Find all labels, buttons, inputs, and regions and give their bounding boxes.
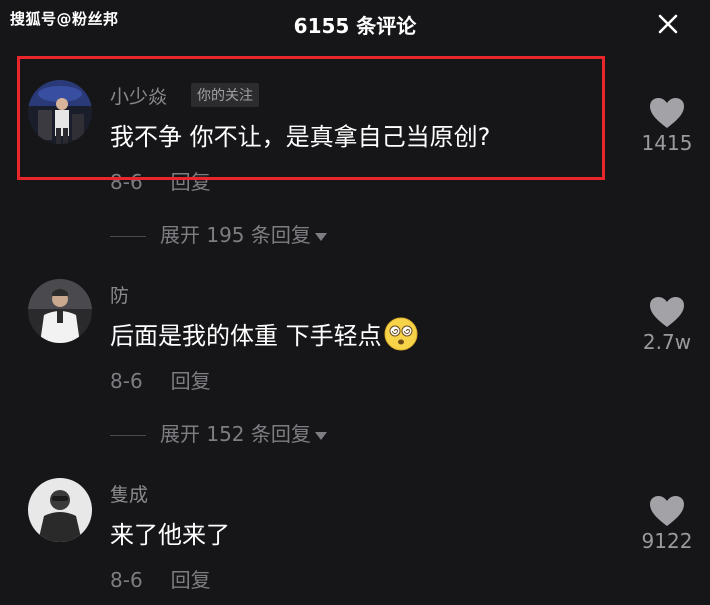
heart-icon	[650, 98, 684, 128]
caret-down-icon	[314, 232, 327, 241]
comment-author[interactable]: 小少焱	[110, 82, 167, 109]
comment-date: 8-6	[110, 369, 143, 393]
comments-title: 6155 条评论	[293, 14, 417, 38]
comment-meta: 8-6 回复	[110, 166, 211, 195]
like-button[interactable]: 9122	[636, 495, 698, 553]
close-icon	[658, 14, 678, 34]
comment-author[interactable]: 防	[110, 281, 129, 308]
reply-button[interactable]: 回复	[171, 369, 211, 393]
comment-text: 我不争 你不让，是真拿自己当原创?	[110, 123, 491, 151]
avatar[interactable]	[28, 279, 92, 343]
heart-icon	[650, 297, 684, 327]
comment-author[interactable]: 隻成	[110, 480, 148, 507]
reply-button[interactable]: 回复	[171, 568, 211, 592]
comment-date: 8-6	[110, 568, 143, 592]
close-button[interactable]	[654, 10, 682, 38]
avatar[interactable]	[28, 80, 92, 144]
divider	[110, 236, 146, 237]
dizzy-face-emoji-icon	[384, 317, 418, 357]
heart-icon	[650, 496, 684, 526]
comment-text-content: 后面是我的体重 下手轻点	[110, 322, 382, 350]
comment-text: 来了他来了	[110, 521, 230, 549]
like-count: 1415	[641, 131, 693, 155]
like-button[interactable]: 2.7w	[636, 296, 698, 354]
like-button[interactable]: 1415	[636, 97, 698, 155]
following-badge: 你的关注	[191, 83, 259, 107]
divider	[110, 435, 146, 436]
expand-replies-label: 展开 195 条回复	[160, 223, 311, 247]
avatar[interactable]	[28, 478, 92, 542]
expand-replies-label: 展开 152 条回复	[160, 422, 311, 446]
comment-meta: 8-6 回复	[110, 564, 211, 593]
like-count: 9122	[641, 529, 693, 553]
expand-replies-button[interactable]: 展开 195 条回复	[110, 219, 327, 248]
comment-date: 8-6	[110, 170, 143, 194]
caret-down-icon	[314, 431, 327, 440]
like-count: 2.7w	[642, 330, 692, 354]
comment-meta: 8-6 回复	[110, 365, 211, 394]
reply-button[interactable]: 回复	[171, 170, 211, 194]
comment-text: 后面是我的体重 下手轻点	[110, 316, 418, 357]
expand-replies-button[interactable]: 展开 152 条回复	[110, 418, 327, 447]
